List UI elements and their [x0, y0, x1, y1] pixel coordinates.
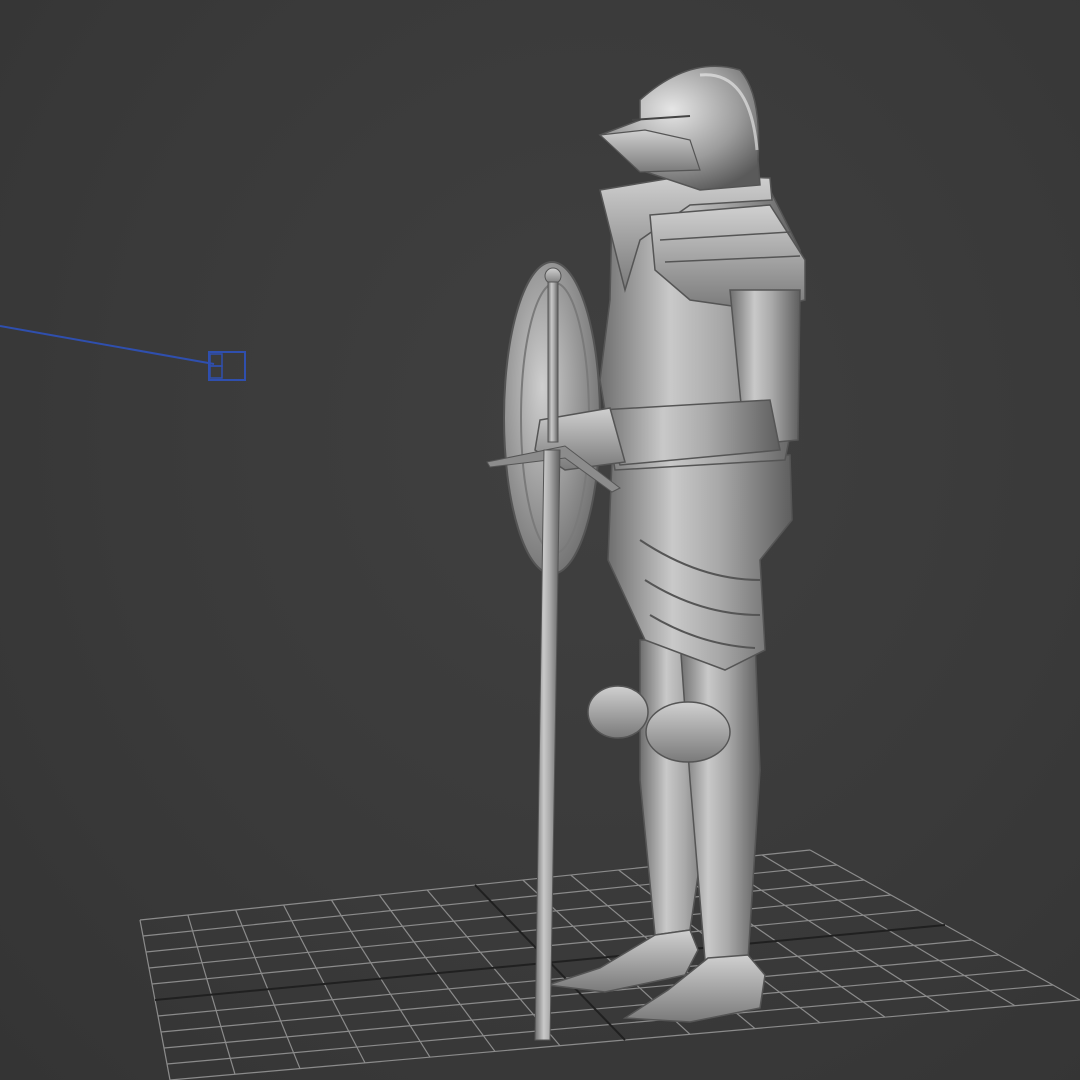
- 3d-viewport[interactable]: [0, 0, 1080, 1080]
- knight-armor-model[interactable]: [486, 65, 806, 1041]
- helmet: [598, 65, 761, 191]
- viewport-canvas[interactable]: [0, 0, 1080, 1080]
- target-light-icon[interactable]: [0, 325, 246, 381]
